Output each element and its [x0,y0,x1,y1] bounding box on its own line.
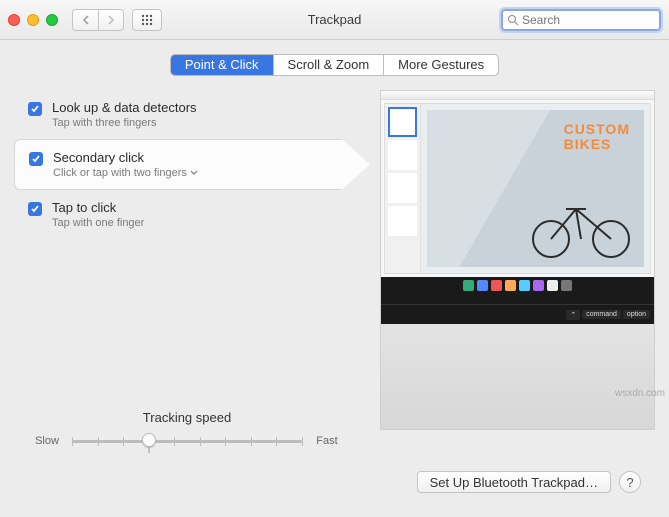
chevron-left-icon [82,15,89,25]
back-button[interactable] [72,9,98,31]
nav-buttons [72,9,124,31]
tab-point-click[interactable]: Point & Click [171,55,274,75]
footer: Set Up Bluetooth Trackpad… ? [14,461,655,503]
search-input[interactable] [522,13,655,27]
slider-min-label: Slow [32,435,62,447]
preview-thumb [388,107,417,137]
preview-thumb [388,206,417,236]
preview-headline: CUSTOM BIKES [564,122,630,153]
setup-bluetooth-button[interactable]: Set Up Bluetooth Trackpad… [417,471,611,493]
tracking-speed-section: Tracking speed Slow Fast [14,410,360,451]
option-subtitle: Click or tap with two fingers [53,167,187,179]
gesture-preview: CUSTOM BIKES [380,90,655,430]
preview-menubar [381,91,654,100]
slider-max-label: Fast [312,435,342,447]
dock-icon [547,280,558,291]
checkbox-lookup[interactable] [28,102,42,116]
chevron-down-icon [190,170,198,176]
option-list: Look up & data detectors Tap with three … [14,90,370,239]
body: Point & Click Scroll & Zoom More Gesture… [0,40,669,517]
checkbox-secondary-click[interactable] [29,152,43,166]
grid-icon [141,14,153,26]
option-title: Tap to click [52,200,144,215]
tracking-speed-slider[interactable] [72,431,302,451]
preview-dock [381,277,654,294]
tracking-speed-label: Tracking speed [14,410,360,425]
option-text: Look up & data detectors Tap with three … [52,100,197,129]
tracking-speed-slider-wrap: Slow Fast [14,431,360,451]
options-panel: Look up & data detectors Tap with three … [14,90,370,461]
bicycle-icon [526,189,636,259]
option-title: Secondary click [53,150,198,165]
window-controls [8,14,58,26]
preview-trackpad-surface [381,324,654,429]
preferences-window: Trackpad Point & Click Scroll & Zoom Mor… [0,0,669,517]
dock-icon [561,280,572,291]
touchbar-key: command [582,310,621,319]
option-secondary-click[interactable]: Secondary click Click or tap with two fi… [14,139,370,190]
dock-icon [477,280,488,291]
show-all-button[interactable] [132,9,162,31]
option-subtitle-dropdown[interactable]: Click or tap with two fingers [53,167,198,179]
zoom-button[interactable] [46,14,58,26]
headline-line1: CUSTOM [564,121,630,137]
option-tap-to-click[interactable]: Tap to click Tap with one finger [14,190,370,239]
option-lookup[interactable]: Look up & data detectors Tap with three … [14,90,370,139]
touchbar-key: option [623,310,650,319]
option-text: Secondary click Click or tap with two fi… [53,150,198,179]
search-icon [507,14,519,26]
checkmark-icon [30,204,40,214]
checkbox-tap-to-click[interactable] [28,202,42,216]
forward-button[interactable] [98,9,124,31]
option-title: Look up & data detectors [52,100,197,115]
help-button[interactable]: ? [619,471,641,493]
chevron-right-icon [108,15,115,25]
dock-icon [519,280,530,291]
search-field[interactable] [501,9,661,31]
option-subtitle: Tap with three fingers [52,117,197,129]
checkmark-icon [30,104,40,114]
preview-thumb [388,140,417,170]
tab-scroll-zoom[interactable]: Scroll & Zoom [274,55,385,75]
touchbar-key: ⌃ [566,310,580,320]
preview-app-window: CUSTOM BIKES [384,103,651,274]
preview-screen: CUSTOM BIKES [381,91,654,304]
preview-touchbar: ⌃ command option [381,304,654,324]
checkmark-icon [31,154,41,164]
watermark: wsxdn.com [615,388,665,399]
option-text: Tap to click Tap with one finger [52,200,144,229]
option-subtitle: Tap with one finger [52,217,144,229]
preview-page: CUSTOM BIKES [421,104,650,273]
slider-thumb[interactable] [142,433,156,447]
dock-icon [491,280,502,291]
dock-icon [533,280,544,291]
dock-icon [505,280,516,291]
headline-line2: BIKES [564,136,612,152]
close-button[interactable] [8,14,20,26]
preview-thumbnails [385,104,421,273]
dock-icon [463,280,474,291]
tab-bar: Point & Click Scroll & Zoom More Gesture… [170,54,499,76]
minimize-button[interactable] [27,14,39,26]
titlebar: Trackpad [0,0,669,40]
tab-more-gestures[interactable]: More Gestures [384,55,498,75]
preview-page-content: CUSTOM BIKES [427,110,644,267]
content: Look up & data detectors Tap with three … [14,90,655,461]
preview-thumb [388,173,417,203]
